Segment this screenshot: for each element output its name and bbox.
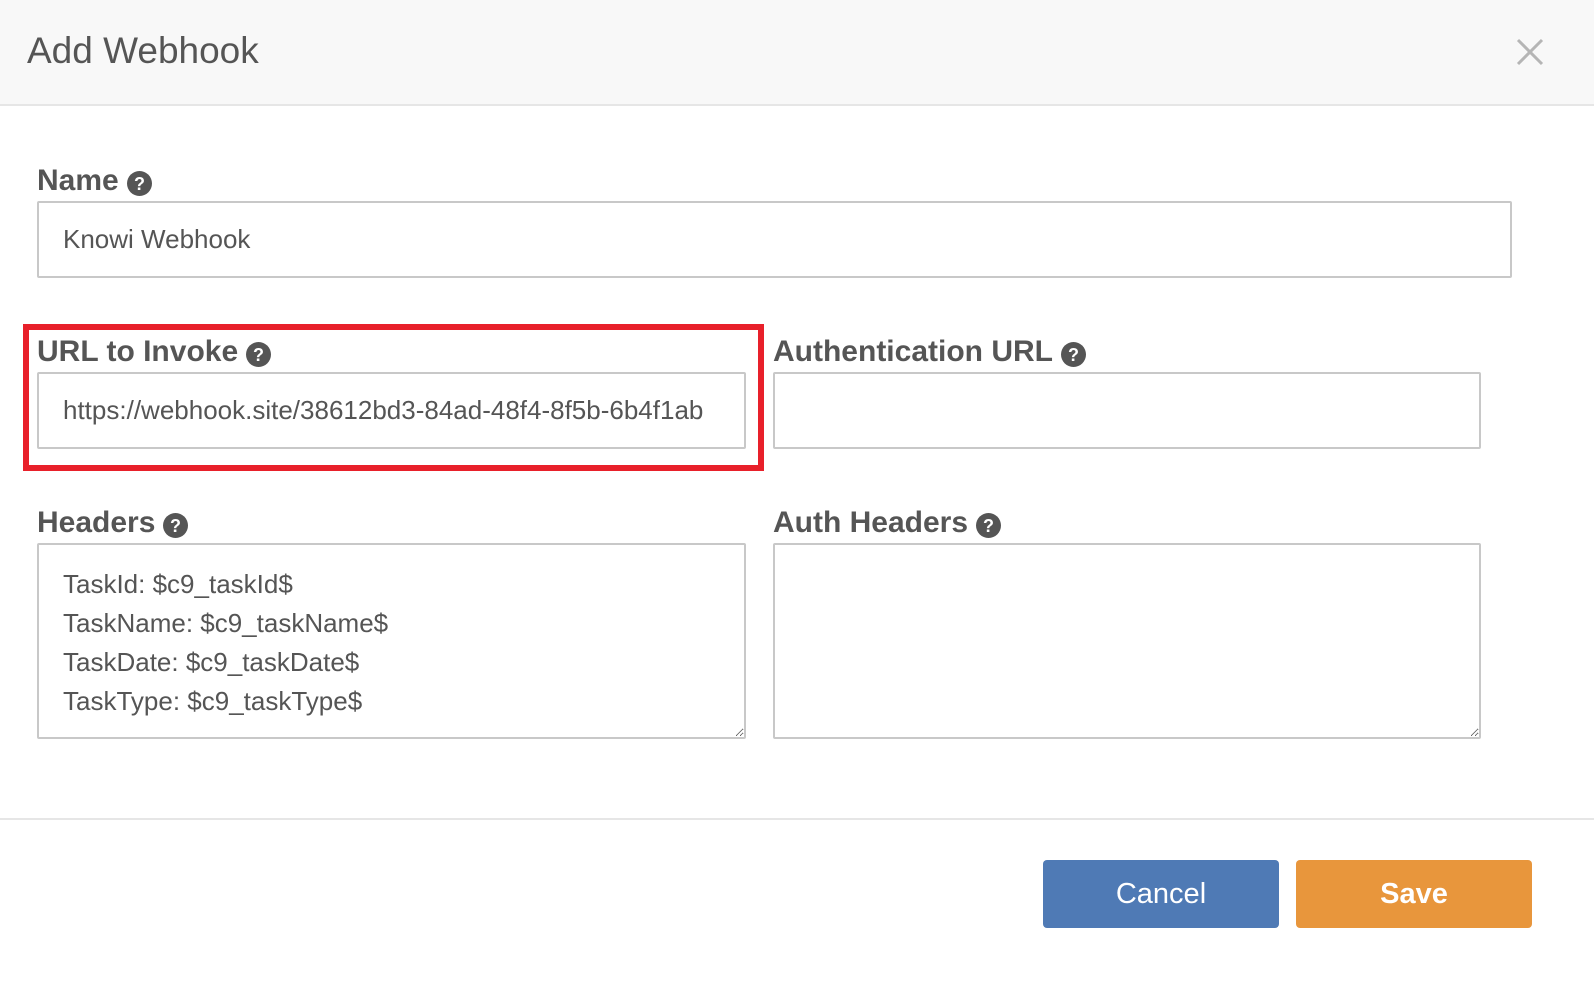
url-to-invoke-label-text: URL to Invoke: [37, 335, 239, 368]
svg-text:?: ?: [1068, 345, 1079, 365]
question-circle-icon[interactable]: ?: [126, 169, 152, 196]
authentication-url-label: Authentication URL ?: [773, 334, 1086, 370]
url-to-invoke-label: URL to Invoke ?: [37, 334, 272, 370]
close-icon[interactable]: [1512, 34, 1548, 70]
question-circle-icon[interactable]: ?: [163, 511, 189, 538]
question-circle-icon[interactable]: ?: [246, 340, 272, 367]
headers-label-text: Headers: [37, 506, 156, 539]
url-to-invoke-input[interactable]: [37, 372, 746, 449]
auth-headers-label: Auth Headers ?: [773, 505, 1002, 541]
svg-text:?: ?: [983, 516, 994, 536]
name-label-text: Name: [37, 164, 119, 197]
save-button[interactable]: Save: [1296, 860, 1532, 928]
svg-text:?: ?: [170, 516, 181, 536]
dialog-header: Add Webhook: [0, 0, 1594, 106]
auth-headers-textarea[interactable]: [773, 543, 1481, 739]
footer-divider: [0, 818, 1594, 820]
headers-label: Headers ?: [37, 505, 189, 541]
svg-text:?: ?: [253, 345, 264, 365]
name-input[interactable]: [37, 201, 1512, 278]
question-circle-icon[interactable]: ?: [976, 511, 1002, 538]
authentication-url-input[interactable]: [773, 372, 1481, 449]
dialog-title: Add Webhook: [27, 30, 259, 71]
authentication-url-label-text: Authentication URL: [773, 335, 1053, 368]
name-label: Name ?: [37, 163, 152, 199]
svg-text:?: ?: [134, 174, 145, 194]
headers-textarea[interactable]: TaskId: $c9_taskId$ TaskName: $c9_taskNa…: [37, 543, 746, 739]
auth-headers-label-text: Auth Headers: [773, 506, 969, 539]
question-circle-icon[interactable]: ?: [1060, 340, 1086, 367]
cancel-button[interactable]: Cancel: [1043, 860, 1279, 928]
